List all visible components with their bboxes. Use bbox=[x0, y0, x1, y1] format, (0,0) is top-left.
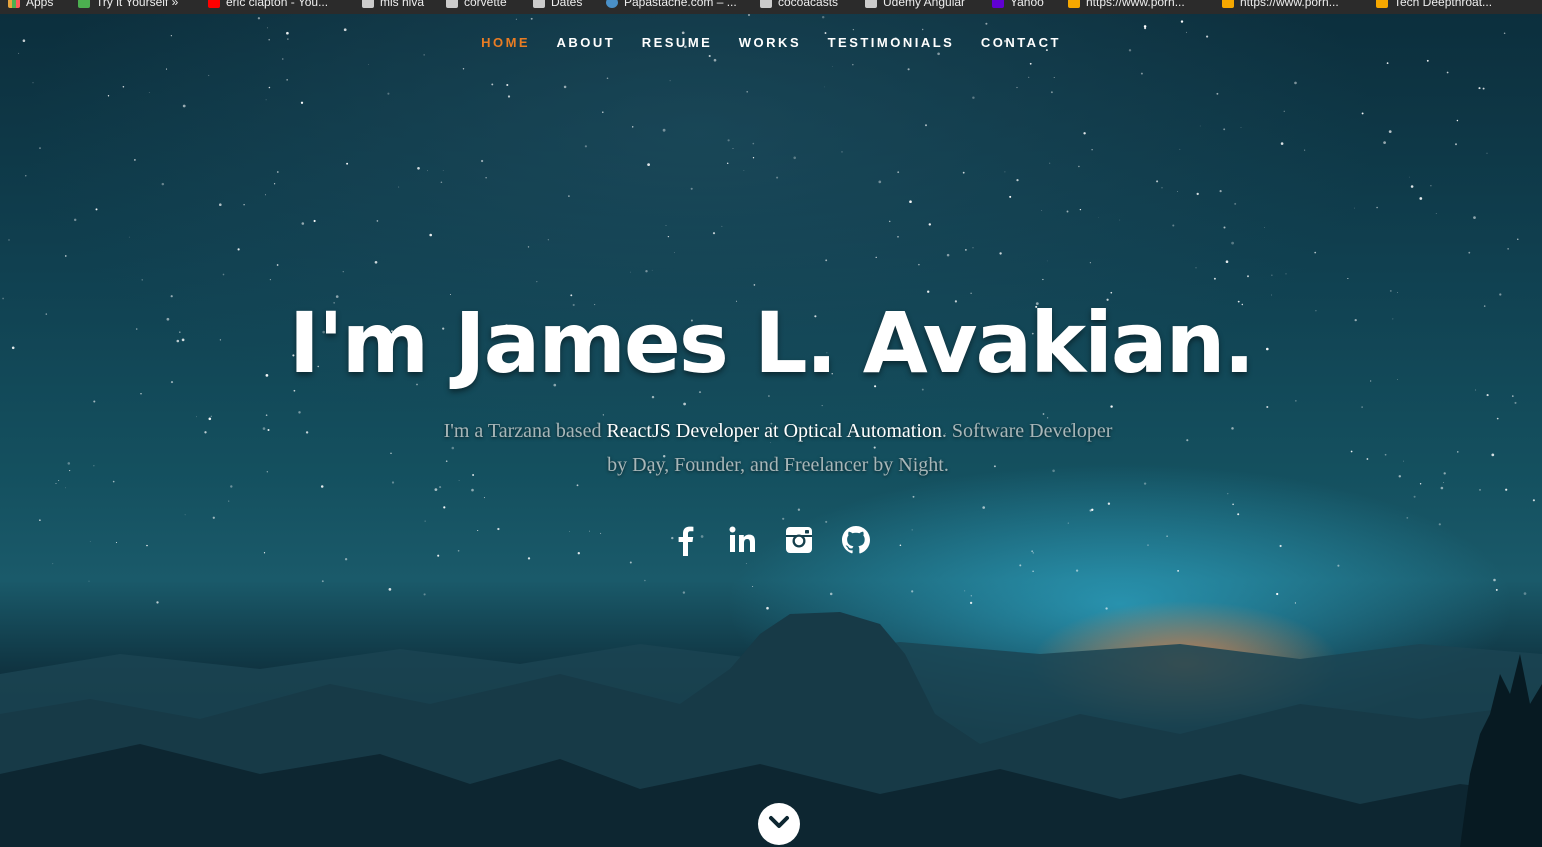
instagram-icon[interactable] bbox=[783, 524, 815, 556]
hero-title: I'm James L. Avakian. bbox=[288, 294, 1256, 392]
bookmark-label: Dates bbox=[551, 0, 583, 9]
bookmark-cocoacasts[interactable]: cocoacasts bbox=[760, 0, 838, 9]
yahoo-icon bbox=[992, 0, 1004, 8]
bookmark-eric-clapton[interactable]: eric clapton - You... bbox=[208, 0, 328, 9]
scroll-down-button[interactable] bbox=[758, 803, 800, 845]
folder-icon bbox=[760, 0, 772, 8]
bookmark-apps[interactable]: Apps bbox=[8, 0, 53, 9]
bookmarks-bar: Apps Try it Yourself » eric clapton - Yo… bbox=[0, 0, 1542, 14]
wordpress-icon bbox=[606, 0, 618, 8]
bookmark-try-it[interactable]: Try it Yourself » bbox=[78, 0, 178, 9]
bookmark-label: https://www.porn... bbox=[1240, 0, 1339, 9]
nav-contact[interactable]: CONTACT bbox=[981, 35, 1061, 50]
chevron-down-icon bbox=[768, 814, 790, 835]
site-icon bbox=[1222, 0, 1234, 8]
bookmark-papastache[interactable]: Papastache.com – ... bbox=[606, 0, 737, 9]
bookmark-label: https://www.porn... bbox=[1086, 0, 1185, 9]
bookmark-yahoo[interactable]: Yahoo bbox=[992, 0, 1044, 9]
facebook-icon[interactable] bbox=[670, 524, 702, 556]
folder-icon bbox=[865, 0, 877, 8]
bookmark-site-2[interactable]: https://www.porn... bbox=[1222, 0, 1339, 9]
bookmark-label: corvette bbox=[464, 0, 507, 9]
nav-about[interactable]: ABOUT bbox=[557, 35, 616, 50]
bookmark-label: mis hiva bbox=[380, 0, 425, 9]
nav-works[interactable]: WORKS bbox=[739, 35, 801, 50]
site-icon bbox=[1376, 0, 1388, 8]
folder-icon bbox=[362, 0, 374, 8]
hero-section: HOME ABOUT RESUME WORKS TESTIMONIALS CON… bbox=[0, 14, 1542, 847]
site-icon bbox=[1068, 0, 1080, 8]
social-links bbox=[0, 524, 1542, 556]
bookmark-udemy-angular[interactable]: Udemy Angular bbox=[865, 0, 965, 9]
main-nav: HOME ABOUT RESUME WORKS TESTIMONIALS CON… bbox=[0, 34, 1542, 52]
bookmark-label: Udemy Angular bbox=[883, 0, 966, 9]
bookmark-label: Yahoo bbox=[1010, 0, 1044, 9]
folder-icon bbox=[533, 0, 545, 8]
bookmark-label: Try it Yourself » bbox=[96, 0, 179, 9]
folder-icon bbox=[446, 0, 458, 8]
bookmark-label: Tech Deepthroat... bbox=[1394, 0, 1493, 9]
bookmark-site-1[interactable]: https://www.porn... bbox=[1068, 0, 1185, 9]
github-icon[interactable] bbox=[840, 524, 872, 556]
bookmark-dates[interactable]: Dates bbox=[533, 0, 582, 9]
bookmark-tech[interactable]: Tech Deepthroat... bbox=[1376, 0, 1492, 9]
bookmark-corvette[interactable]: corvette bbox=[446, 0, 507, 9]
bookmark-label: Apps bbox=[26, 0, 54, 9]
nav-resume[interactable]: RESUME bbox=[642, 35, 713, 50]
hero-subtitle: I'm a Tarzana based ReactJS Developer at… bbox=[440, 414, 1116, 482]
w3schools-icon bbox=[78, 0, 90, 8]
apps-grid-icon bbox=[8, 0, 20, 8]
nav-testimonials[interactable]: TESTIMONIALS bbox=[828, 35, 955, 50]
bookmark-label: eric clapton - You... bbox=[226, 0, 329, 9]
bookmark-label: cocoacasts bbox=[778, 0, 839, 9]
youtube-icon bbox=[208, 0, 220, 8]
bookmark-label: Papastache.com – ... bbox=[624, 0, 737, 9]
linkedin-icon[interactable] bbox=[727, 524, 759, 556]
bookmark-mis-hiva[interactable]: mis hiva bbox=[362, 0, 424, 9]
subtitle-highlight: ReactJS Developer at Optical Automation bbox=[606, 420, 942, 442]
subtitle-prefix: I'm a Tarzana based bbox=[443, 420, 607, 442]
nav-home[interactable]: HOME bbox=[481, 35, 530, 50]
